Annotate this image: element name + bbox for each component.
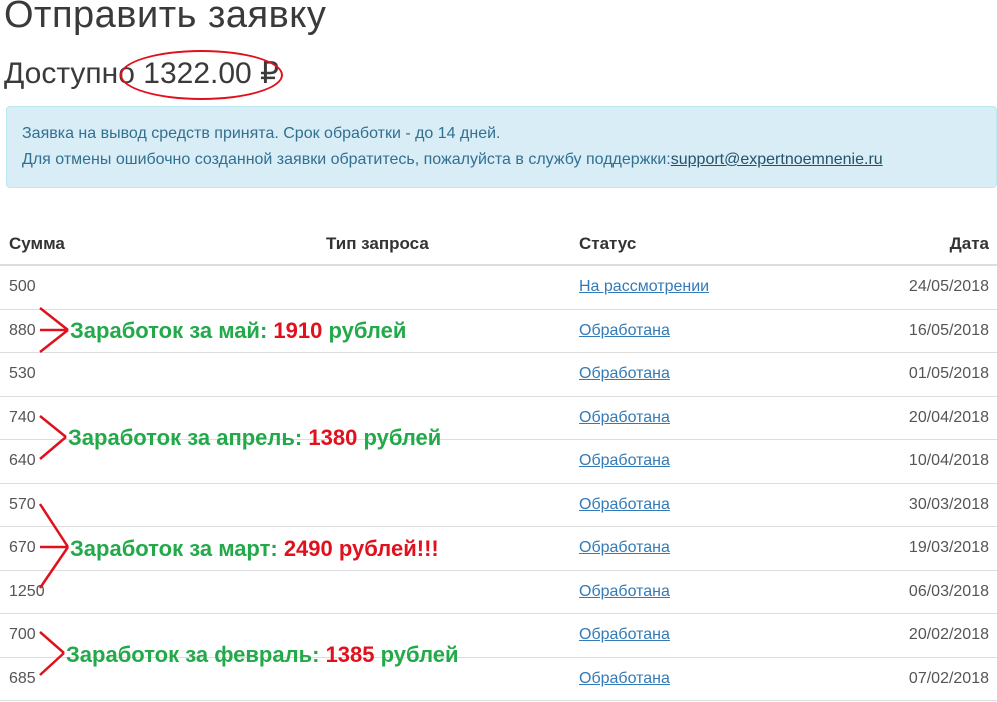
cell-date: 10/04/2018 bbox=[908, 452, 989, 469]
status-link[interactable]: Обработана bbox=[579, 409, 670, 427]
cell-date: 01/05/2018 bbox=[908, 365, 989, 382]
balance-label: Доступно bbox=[4, 57, 135, 90]
status-link[interactable]: На рассмотрении bbox=[579, 278, 709, 296]
status-link[interactable]: Обработана bbox=[579, 626, 670, 644]
table-row: 685 Обработана 07/02/2018 bbox=[0, 658, 997, 701]
cell-sum: 640 bbox=[9, 452, 36, 469]
table-row: 500 На рассмотрении 24/05/2018 bbox=[0, 266, 997, 310]
support-email-link[interactable]: support@expertnoemnenie.ru bbox=[671, 151, 883, 168]
header-type: Тип запроса bbox=[326, 234, 429, 253]
table-row: 530 Обработана 01/05/2018 bbox=[0, 353, 997, 397]
header-status: Статус bbox=[579, 234, 637, 253]
table-row: 700 Обработана 20/02/2018 bbox=[0, 614, 997, 658]
info-alert: Заявка на вывод средств принята. Срок об… bbox=[6, 106, 997, 188]
status-link[interactable]: Обработана bbox=[579, 322, 670, 340]
table-row: 880 Обработана 16/05/2018 bbox=[0, 310, 997, 353]
table-row: 670 Обработана 19/03/2018 bbox=[0, 527, 997, 571]
table-row: 640 Обработана 10/04/2018 bbox=[0, 440, 997, 484]
table-header: Сумма Тип запроса Статус Дата bbox=[0, 222, 997, 266]
cell-date: 20/02/2018 bbox=[908, 626, 989, 643]
cell-date: 24/05/2018 bbox=[908, 278, 989, 295]
cell-date: 20/04/2018 bbox=[908, 408, 989, 426]
cell-sum: 1250 bbox=[9, 582, 45, 600]
header-date: Дата bbox=[949, 234, 989, 253]
cell-sum: 685 bbox=[9, 669, 36, 687]
status-link[interactable]: Обработана bbox=[579, 539, 670, 557]
table-row: 740 Обработана 20/04/2018 bbox=[0, 397, 997, 440]
status-link[interactable]: Обработана bbox=[579, 496, 670, 514]
table-row: 1250 Обработана 06/03/2018 bbox=[0, 571, 997, 614]
header-sum: Сумма bbox=[9, 234, 65, 253]
withdrawals-table: Сумма Тип запроса Статус Дата 500 На расс… bbox=[0, 222, 997, 701]
cell-sum: 530 bbox=[9, 365, 36, 382]
alert-line-1: Заявка на вывод средств принята. Срок об… bbox=[22, 125, 501, 142]
cell-date: 07/02/2018 bbox=[908, 669, 989, 687]
cell-sum: 670 bbox=[9, 539, 36, 556]
cell-sum: 500 bbox=[9, 278, 36, 295]
status-link[interactable]: Обработана bbox=[579, 452, 670, 470]
cell-date: 16/05/2018 bbox=[908, 321, 989, 339]
table-body: 500 На рассмотрении 24/05/2018 880 Обработан… bbox=[0, 266, 997, 701]
status-link[interactable]: Обработана bbox=[579, 583, 670, 601]
status-link[interactable]: Обработана bbox=[579, 365, 670, 383]
alert-line-2: Для отмены ошибочно созданной заявки обр… bbox=[22, 147, 996, 173]
status-link[interactable]: Обработана bbox=[579, 670, 670, 688]
page-title: Отправить заявку bbox=[4, 0, 327, 36]
cell-sum: 700 bbox=[9, 626, 36, 643]
cell-date: 06/03/2018 bbox=[908, 582, 989, 600]
cell-sum: 740 bbox=[9, 408, 36, 426]
cell-date: 30/03/2018 bbox=[908, 495, 989, 513]
cell-sum: 880 bbox=[9, 321, 36, 339]
balance-highlight-ellipse bbox=[120, 50, 283, 100]
cell-sum: 570 bbox=[9, 495, 36, 513]
table-row: 570 Обработана 30/03/2018 bbox=[0, 484, 997, 527]
cell-date: 19/03/2018 bbox=[908, 539, 989, 556]
alert-line-2-text: Для отмены ошибочно созданной заявки обр… bbox=[22, 151, 671, 168]
